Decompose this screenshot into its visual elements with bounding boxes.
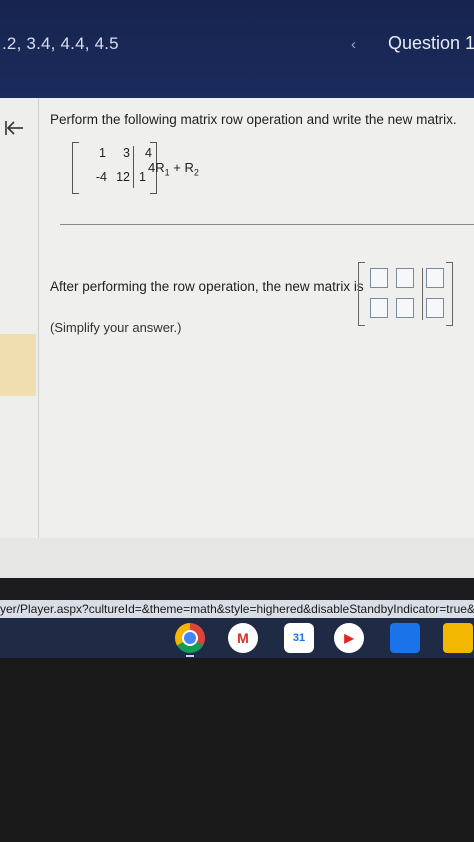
- status-url: yer/Player.aspx?cultureId=&theme=math&st…: [0, 600, 474, 618]
- matrix-cell: -4: [95, 170, 107, 184]
- youtube-icon[interactable]: ▶: [334, 623, 364, 653]
- gmail-glyph: M: [237, 630, 249, 646]
- youtube-glyph: ▶: [344, 631, 354, 645]
- answer-input-r1c1[interactable]: [370, 268, 388, 288]
- panel-footer: [0, 538, 474, 578]
- answer-left-bracket: [358, 262, 365, 326]
- question-label[interactable]: Question 1: [388, 33, 474, 54]
- previous-question-icon[interactable]: ‹: [351, 36, 356, 53]
- answer-input-r2c3[interactable]: [426, 298, 444, 318]
- question-instruction: Perform the following matrix row operati…: [50, 112, 457, 127]
- question-panel: Perform the following matrix row operati…: [0, 98, 474, 578]
- matrix-cell: 1: [99, 146, 106, 160]
- augment-line: [133, 146, 134, 188]
- section-list: .2, 3.4, 4.4, 4.5: [2, 34, 119, 53]
- gmail-icon[interactable]: M: [228, 623, 258, 653]
- back-arrow-icon[interactable]: [4, 118, 24, 138]
- matrix-cell: 3: [123, 146, 130, 160]
- active-app-indicator: [186, 655, 194, 657]
- rail-highlight: [0, 334, 36, 396]
- taskbar: M 31 ▶: [0, 618, 474, 658]
- answer-input-r2c2[interactable]: [396, 298, 414, 318]
- matrix-left-bracket: [72, 142, 79, 194]
- files-icon[interactable]: [390, 623, 420, 653]
- classroom-icon[interactable]: [443, 623, 473, 653]
- answer-prompt: After performing the row operation, the …: [50, 279, 364, 294]
- assignment-header: .2, 3.4, 4.4, 4.5 ‹ Question 1: [0, 0, 474, 98]
- chrome-icon[interactable]: [175, 623, 205, 653]
- row-operation: 4R1 + R2: [148, 160, 199, 178]
- answer-input-r1c3[interactable]: [426, 268, 444, 288]
- matrix-cell: 1: [139, 170, 146, 184]
- desk-background: [0, 658, 474, 842]
- left-rail: [0, 98, 39, 548]
- answer-augment-line: [422, 268, 423, 320]
- section-divider: [60, 224, 474, 225]
- answer-input-r1c2[interactable]: [396, 268, 414, 288]
- answer-matrix: [358, 262, 456, 328]
- calendar-icon[interactable]: 31: [284, 623, 314, 653]
- answer-hint: (Simplify your answer.): [50, 320, 182, 335]
- calendar-day: 31: [292, 632, 306, 644]
- answer-input-r2c1[interactable]: [370, 298, 388, 318]
- answer-right-bracket: [446, 262, 453, 326]
